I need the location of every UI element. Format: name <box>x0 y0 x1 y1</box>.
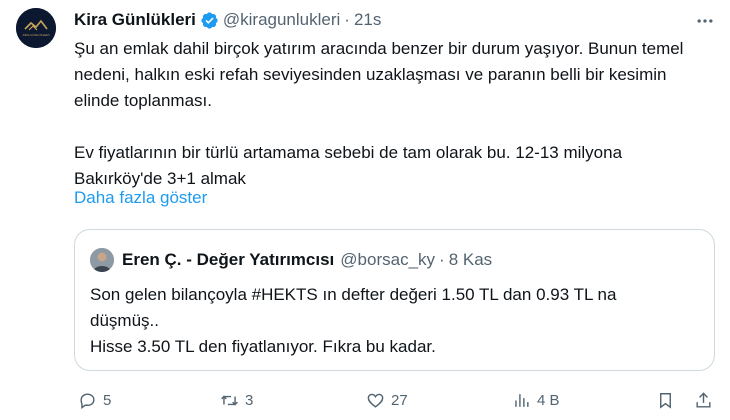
tweet-paragraph-1: Şu an emlak dahil birçok yatırım aracınd… <box>74 39 684 110</box>
bookmark-icon <box>660 392 671 409</box>
views-button[interactable]: 4 B <box>512 386 560 414</box>
reply-count: 5 <box>103 391 112 409</box>
quoted-separator-dot: · <box>439 250 445 269</box>
tweet-actions: 5 3 27 4 B <box>74 386 719 414</box>
retweet-icon <box>221 395 238 405</box>
retweet-button[interactable]: 3 <box>220 386 253 414</box>
quoted-tweet-body: Son gelen bilançoyla #HEKTS ın defter de… <box>90 282 700 360</box>
quoted-line-1: Son gelen bilançoyla #HEKTS ın defter de… <box>90 285 617 304</box>
quoted-author-name[interactable]: Eren Ç. - Değer Yatırımcısı <box>122 250 334 270</box>
quoted-line-3: Hisse 3.50 TL den fiyatlanıyor. Fıkra bu… <box>90 337 436 356</box>
reply-button[interactable]: 5 <box>78 386 111 414</box>
bookmark-button[interactable] <box>656 386 675 414</box>
avatar-logo-text: KİRA GÜNLÜKLERİ <box>23 32 50 37</box>
share-button[interactable] <box>694 386 713 414</box>
author-handle[interactable]: @kiragunlukleri <box>223 10 340 30</box>
views-icon <box>515 393 529 407</box>
views-count: 4 B <box>537 391 560 409</box>
show-more-link[interactable]: Daha fazla göster <box>74 188 207 208</box>
share-icon <box>696 391 711 408</box>
tweet-header: Kira Günlükleri @kiragunlukleri · 21s <box>74 9 381 31</box>
quoted-author-handle[interactable]: @borsac_ky <box>340 250 435 270</box>
heart-icon <box>367 393 384 408</box>
retweet-count: 3 <box>245 391 254 409</box>
quoted-author-avatar[interactable] <box>90 248 114 272</box>
more-options-icon[interactable] <box>692 8 718 34</box>
like-count: 27 <box>391 391 408 409</box>
tweet-body: Şu an emlak dahil birçok yatırım aracınd… <box>74 36 714 192</box>
tweet-timestamp[interactable]: 21s <box>354 10 381 30</box>
quoted-line-2: düşmüş.. <box>90 311 159 330</box>
tweet-paragraph-2: Ev fiyatlarının bir türlü artamama sebeb… <box>74 143 623 188</box>
like-button[interactable]: 27 <box>366 386 408 414</box>
quoted-tweet-header: Eren Ç. - Değer Yatırımcısı @borsac_ky ·… <box>90 248 492 272</box>
quoted-tweet[interactable]: Eren Ç. - Değer Yatırımcısı @borsac_ky ·… <box>74 229 715 371</box>
author-avatar[interactable]: KİRA GÜNLÜKLERİ <box>16 8 56 48</box>
verified-badge-icon <box>200 11 219 30</box>
quoted-timestamp[interactable]: 8 Kas <box>449 250 492 270</box>
reply-icon <box>80 392 95 409</box>
separator-dot: · <box>344 10 350 29</box>
author-name[interactable]: Kira Günlükleri <box>74 10 196 30</box>
